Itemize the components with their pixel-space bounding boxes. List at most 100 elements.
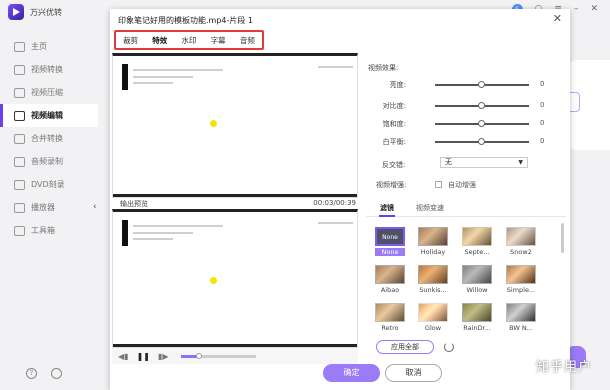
playback-slider-knob[interactable] bbox=[196, 352, 203, 359]
contrast-knob[interactable] bbox=[478, 102, 485, 109]
filter-grid: None None Holiday Septe... Snow2 Aibao Su… bbox=[366, 221, 558, 333]
sidebar-item-audio-record[interactable]: 音频录制 bbox=[0, 150, 98, 173]
filter-item[interactable]: Snow2 bbox=[506, 227, 536, 256]
tab-watermark[interactable]: 水印 bbox=[181, 35, 196, 46]
deinterlace-select[interactable]: 无 ▼ bbox=[440, 157, 528, 168]
feedback-icon[interactable] bbox=[51, 368, 62, 379]
edit-icon bbox=[14, 110, 25, 121]
video-text-line bbox=[318, 66, 353, 68]
filter-thumbnail bbox=[462, 303, 492, 322]
filter-item[interactable]: Sunkis... bbox=[418, 265, 448, 294]
filter-thumbnail bbox=[418, 303, 448, 322]
video-cursor-dot bbox=[210, 120, 217, 127]
ok-button[interactable]: 确定 bbox=[323, 364, 380, 382]
video-text-line bbox=[133, 82, 173, 84]
tab-crop[interactable]: 裁剪 bbox=[123, 35, 138, 46]
help-icon[interactable]: ? bbox=[26, 368, 37, 379]
brightness-knob[interactable] bbox=[478, 81, 485, 88]
brightness-row: 亮度: 0 bbox=[366, 80, 566, 90]
sidebar-item-player[interactable]: 播放器 bbox=[0, 196, 98, 219]
sidebar-item-label: 主页 bbox=[31, 42, 47, 51]
filter-item[interactable]: Septe... bbox=[462, 227, 492, 256]
video-text-line bbox=[133, 238, 173, 240]
brightness-value: 0 bbox=[540, 80, 545, 88]
white-balance-knob[interactable] bbox=[478, 138, 485, 145]
next-frame-icon[interactable]: ▮▶ bbox=[158, 352, 169, 361]
minimize-icon[interactable]: – bbox=[574, 4, 579, 14]
filter-thumbnail: None bbox=[375, 227, 405, 246]
filter-item[interactable]: RainDr... bbox=[462, 303, 492, 332]
saturation-slider[interactable] bbox=[435, 120, 529, 127]
record-icon bbox=[14, 156, 25, 167]
filter-item[interactable]: Aibao bbox=[375, 265, 405, 294]
filter-label: Septe... bbox=[464, 248, 490, 256]
sidebar-item-video-edit[interactable]: 视频编辑 bbox=[0, 104, 98, 127]
edit-tabs: 裁剪 特效 水印 字幕 音频 bbox=[114, 30, 264, 50]
saturation-knob[interactable] bbox=[478, 120, 485, 127]
video-effects-label: 视频效果: bbox=[368, 64, 399, 72]
sidebar-item-home[interactable]: 主页 bbox=[0, 35, 98, 58]
active-tab-indicator bbox=[379, 215, 395, 217]
video-sidebar-strip bbox=[122, 220, 128, 246]
dialog-title: 印象笔记好用的模板功能.mp4-片段 1 bbox=[118, 16, 254, 25]
merge-icon bbox=[14, 133, 25, 144]
filter-item[interactable]: Retro bbox=[375, 303, 405, 332]
contrast-slider[interactable] bbox=[435, 102, 529, 109]
video-text-line bbox=[133, 225, 223, 227]
sidebar-item-video-compress[interactable]: 视频压缩 bbox=[0, 81, 98, 104]
white-balance-slider[interactable] bbox=[435, 138, 529, 145]
apply-all-button[interactable]: 应用全部 bbox=[376, 340, 434, 354]
toolbox-icon bbox=[14, 225, 25, 236]
filter-thumbnail bbox=[418, 227, 448, 246]
video-text-line bbox=[133, 76, 193, 78]
contrast-row: 对比度: 0 bbox=[366, 101, 566, 111]
sidebar-item-label: 视频编辑 bbox=[31, 111, 63, 120]
contrast-value: 0 bbox=[540, 101, 545, 109]
reset-icon[interactable] bbox=[444, 342, 454, 352]
close-window-icon[interactable]: ✕ bbox=[590, 4, 598, 14]
sidebar-nav: 主页 视频转换 视频压缩 视频编辑 合并转换 音频录制 DVD刻录 播放器 工具… bbox=[0, 35, 98, 242]
sidebar-item-dvd-burn[interactable]: DVD刻录 bbox=[0, 173, 98, 196]
contrast-label: 对比度: bbox=[382, 102, 406, 110]
cancel-button[interactable]: 取消 bbox=[385, 364, 442, 382]
filter-label: Aibao bbox=[380, 286, 400, 294]
filter-scrollbar[interactable] bbox=[561, 223, 564, 253]
enhance-label: 视频增强: bbox=[376, 181, 407, 189]
auto-enhance-checkbox[interactable] bbox=[435, 181, 442, 188]
filter-item[interactable]: Simple... bbox=[506, 265, 536, 294]
filter-item[interactable]: Holiday bbox=[418, 227, 448, 256]
tab-subtitle[interactable]: 字幕 bbox=[211, 35, 226, 46]
filter-item[interactable]: Glow bbox=[418, 303, 448, 332]
tab-speed[interactable]: 视频变速 bbox=[416, 203, 444, 213]
brightness-label: 亮度: bbox=[389, 81, 406, 89]
saturation-label: 饱和度: bbox=[382, 120, 406, 128]
pause-icon[interactable]: ❚❚ bbox=[137, 352, 150, 361]
sidebar-item-label: 工具箱 bbox=[31, 226, 55, 235]
video-cursor-dot bbox=[210, 277, 217, 284]
sidebar-item-label: DVD刻录 bbox=[31, 180, 65, 189]
collapse-sidebar-icon[interactable]: ‹ bbox=[93, 202, 97, 212]
previous-frame-icon[interactable]: ◀▮ bbox=[118, 352, 129, 361]
filter-item[interactable]: None None bbox=[375, 227, 405, 256]
chevron-down-icon: ▼ bbox=[518, 159, 523, 166]
output-preview-label: 输出预览 bbox=[120, 200, 148, 208]
sidebar-item-toolbox[interactable]: 工具箱 bbox=[0, 219, 98, 242]
player-controls: ◀▮ ❚❚ ▮▶ bbox=[112, 348, 358, 364]
sidebar-item-merge[interactable]: 合并转换 bbox=[0, 127, 98, 150]
video-text-line bbox=[318, 222, 353, 224]
sidebar-item-label: 播放器 bbox=[31, 203, 55, 212]
tab-filters[interactable]: 滤镜 bbox=[380, 203, 394, 213]
playback-slider[interactable] bbox=[180, 352, 256, 359]
filter-label: RainDr... bbox=[463, 324, 491, 332]
filter-item[interactable]: Willow bbox=[462, 265, 492, 294]
tab-effects[interactable]: 特效 bbox=[152, 35, 167, 46]
filter-item[interactable]: BW N... bbox=[506, 303, 536, 332]
tab-audio[interactable]: 音频 bbox=[240, 35, 255, 46]
dvd-icon bbox=[14, 179, 25, 190]
sidebar-item-video-convert[interactable]: 视频转换 bbox=[0, 58, 98, 81]
filter-label: Holiday bbox=[420, 248, 446, 256]
filter-label: Willow bbox=[466, 286, 488, 294]
close-icon[interactable]: ✕ bbox=[553, 12, 562, 25]
output-preview-header: 输出预览 00:03/00:39 bbox=[112, 197, 358, 209]
brightness-slider[interactable] bbox=[435, 81, 529, 88]
